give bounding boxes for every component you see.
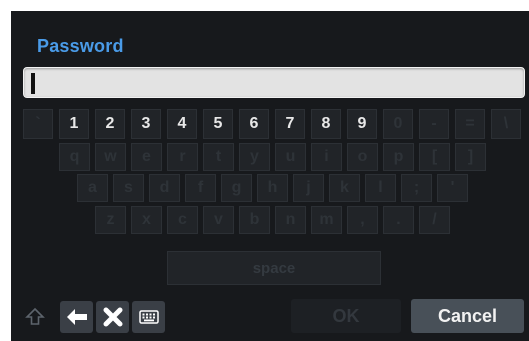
key-10[interactable]: ' [437,174,468,202]
clear-button[interactable] [96,301,129,333]
key-1[interactable]: x [131,206,162,234]
text-caret [31,73,35,94]
key-6[interactable]: j [293,174,324,202]
key-4[interactable]: g [221,174,252,202]
key-3[interactable]: v [203,206,234,234]
shift-button[interactable] [22,301,48,333]
key-5[interactable]: y [239,143,270,171]
key-2[interactable]: c [167,206,198,234]
cancel-button[interactable]: Cancel [411,299,524,333]
key-1[interactable]: s [113,174,144,202]
key-4[interactable]: t [203,143,234,171]
key-3[interactable]: f [185,174,216,202]
key-8[interactable]: 8 [311,109,341,139]
key-9[interactable]: p [383,143,414,171]
key-10[interactable]: [ [419,143,450,171]
password-input[interactable] [23,67,525,98]
key-7[interactable]: i [311,143,342,171]
key-5[interactable]: h [257,174,288,202]
key-4[interactable]: 4 [167,109,197,139]
backspace-button[interactable] [60,301,93,333]
key-5[interactable]: n [275,206,306,234]
key-4[interactable]: b [239,206,270,234]
key-0[interactable]: a [77,174,108,202]
key-3[interactable]: 3 [131,109,161,139]
key-3[interactable]: r [167,143,198,171]
key-5[interactable]: 5 [203,109,233,139]
shift-up-arrow-icon [25,307,45,325]
key-11[interactable]: - [419,109,449,139]
keyboard-icon [138,310,159,324]
key-2[interactable]: d [149,174,180,202]
key-8[interactable]: . [383,206,414,234]
key-6[interactable]: u [275,143,306,171]
password-dialog: Password ` 1 2 3 4 5 6 7 8 9 0- = \ q w e r t y u i o p[] a s d f g… [11,11,529,341]
key-0[interactable]: q [59,143,90,171]
key-7[interactable]: k [329,174,360,202]
key-2[interactable]: e [131,143,162,171]
key-9[interactable]: ; [401,174,432,202]
key-0[interactable]: z [95,206,126,234]
key-2[interactable]: 2 [95,109,125,139]
key-1[interactable]: 1 [59,109,89,139]
key-9[interactable]: 9 [347,109,377,139]
space-key[interactable]: space [167,251,381,285]
ok-button[interactable]: OK [291,299,401,333]
key-8[interactable]: l [365,174,396,202]
key-12[interactable]: = [455,109,485,139]
key-7[interactable]: 7 [275,109,305,139]
key-8[interactable]: o [347,143,378,171]
clear-x-icon [103,307,122,327]
key-7[interactable]: , [347,206,378,234]
backspace-arrow-icon [66,309,87,325]
key-10[interactable]: 0 [383,109,413,139]
key-1[interactable]: w [95,143,126,171]
key-11[interactable]: ] [455,143,486,171]
key-9[interactable]: / [419,206,450,234]
key-13[interactable]: \ [491,109,521,139]
key-0[interactable]: ` [23,109,53,139]
dialog-title: Password [37,36,124,56]
keyboard-toggle-button[interactable] [132,301,165,333]
key-6[interactable]: m [311,206,342,234]
key-6[interactable]: 6 [239,109,269,139]
